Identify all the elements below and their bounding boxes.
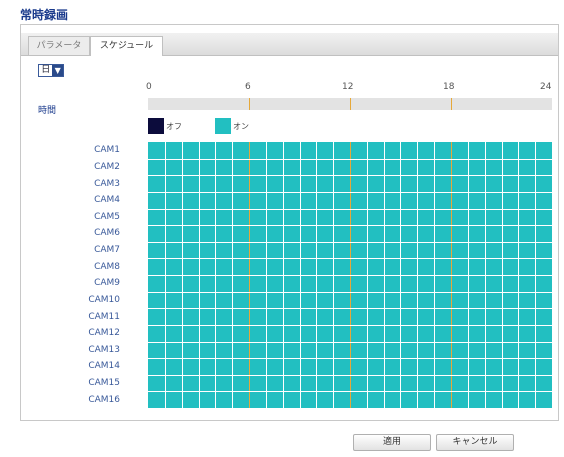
hour-tick-6: 6 xyxy=(245,82,251,92)
camera-label: CAM3 xyxy=(94,178,120,189)
day-select[interactable]: 日 ▼ xyxy=(38,64,64,77)
day-select-value: 日 xyxy=(41,65,51,75)
grid-row-divider xyxy=(148,175,552,176)
legend-on-swatch xyxy=(215,118,231,134)
time-bar xyxy=(148,98,552,110)
time-bar-marker xyxy=(249,98,250,110)
camera-label: CAM12 xyxy=(88,328,120,339)
grid-row-divider xyxy=(148,391,552,392)
grid-row-divider xyxy=(148,242,552,243)
grid-row-divider xyxy=(148,275,552,276)
cancel-button[interactable]: キャンセル xyxy=(436,434,514,451)
camera-label: CAM8 xyxy=(94,261,120,272)
camera-label: CAM15 xyxy=(88,378,120,389)
camera-label: CAM7 xyxy=(94,245,120,256)
camera-label: CAM14 xyxy=(88,361,120,372)
camera-label: CAM6 xyxy=(94,228,120,239)
hour-tick-12: 12 xyxy=(342,82,354,92)
tab-parameters[interactable]: パラメータ xyxy=(28,36,90,55)
camera-label: CAM2 xyxy=(94,161,120,172)
grid-row-divider xyxy=(148,225,552,226)
hour-tick-0: 0 xyxy=(146,82,152,92)
legend-off-swatch xyxy=(148,118,164,134)
camera-label: CAM16 xyxy=(88,394,120,405)
schedule-grid[interactable] xyxy=(148,142,552,408)
page-title: 常時録画 xyxy=(20,8,69,22)
camera-label: CAM10 xyxy=(88,294,120,305)
grid-row-divider xyxy=(148,258,552,259)
time-bar-marker xyxy=(350,98,351,110)
grid-row-divider xyxy=(148,192,552,193)
camera-label: CAM1 xyxy=(94,145,120,156)
legend-off-label: オフ xyxy=(166,122,182,131)
hour-tick-24: 24 xyxy=(540,82,552,92)
camera-label: CAM5 xyxy=(94,211,120,222)
camera-label: CAM9 xyxy=(94,278,120,289)
tab-schedule[interactable]: スケジュール xyxy=(90,36,163,56)
camera-label: CAM13 xyxy=(88,344,120,355)
grid-row-divider xyxy=(148,358,552,359)
grid-row-divider xyxy=(148,209,552,210)
hour-tick-18: 18 xyxy=(443,82,455,92)
time-bar-marker xyxy=(451,98,452,110)
grid-row-divider xyxy=(148,292,552,293)
apply-button[interactable]: 適用 xyxy=(353,434,431,451)
grid-row-divider xyxy=(148,375,552,376)
grid-row-divider xyxy=(148,308,552,309)
time-label: 時間 xyxy=(38,106,57,116)
grid-row-divider xyxy=(148,325,552,326)
grid-row-divider xyxy=(148,342,552,343)
chevron-down-icon[interactable]: ▼ xyxy=(52,65,63,76)
camera-label: CAM4 xyxy=(94,195,120,206)
camera-label: CAM11 xyxy=(88,311,120,322)
legend-on-label: オン xyxy=(233,122,249,131)
grid-row-divider xyxy=(148,159,552,160)
